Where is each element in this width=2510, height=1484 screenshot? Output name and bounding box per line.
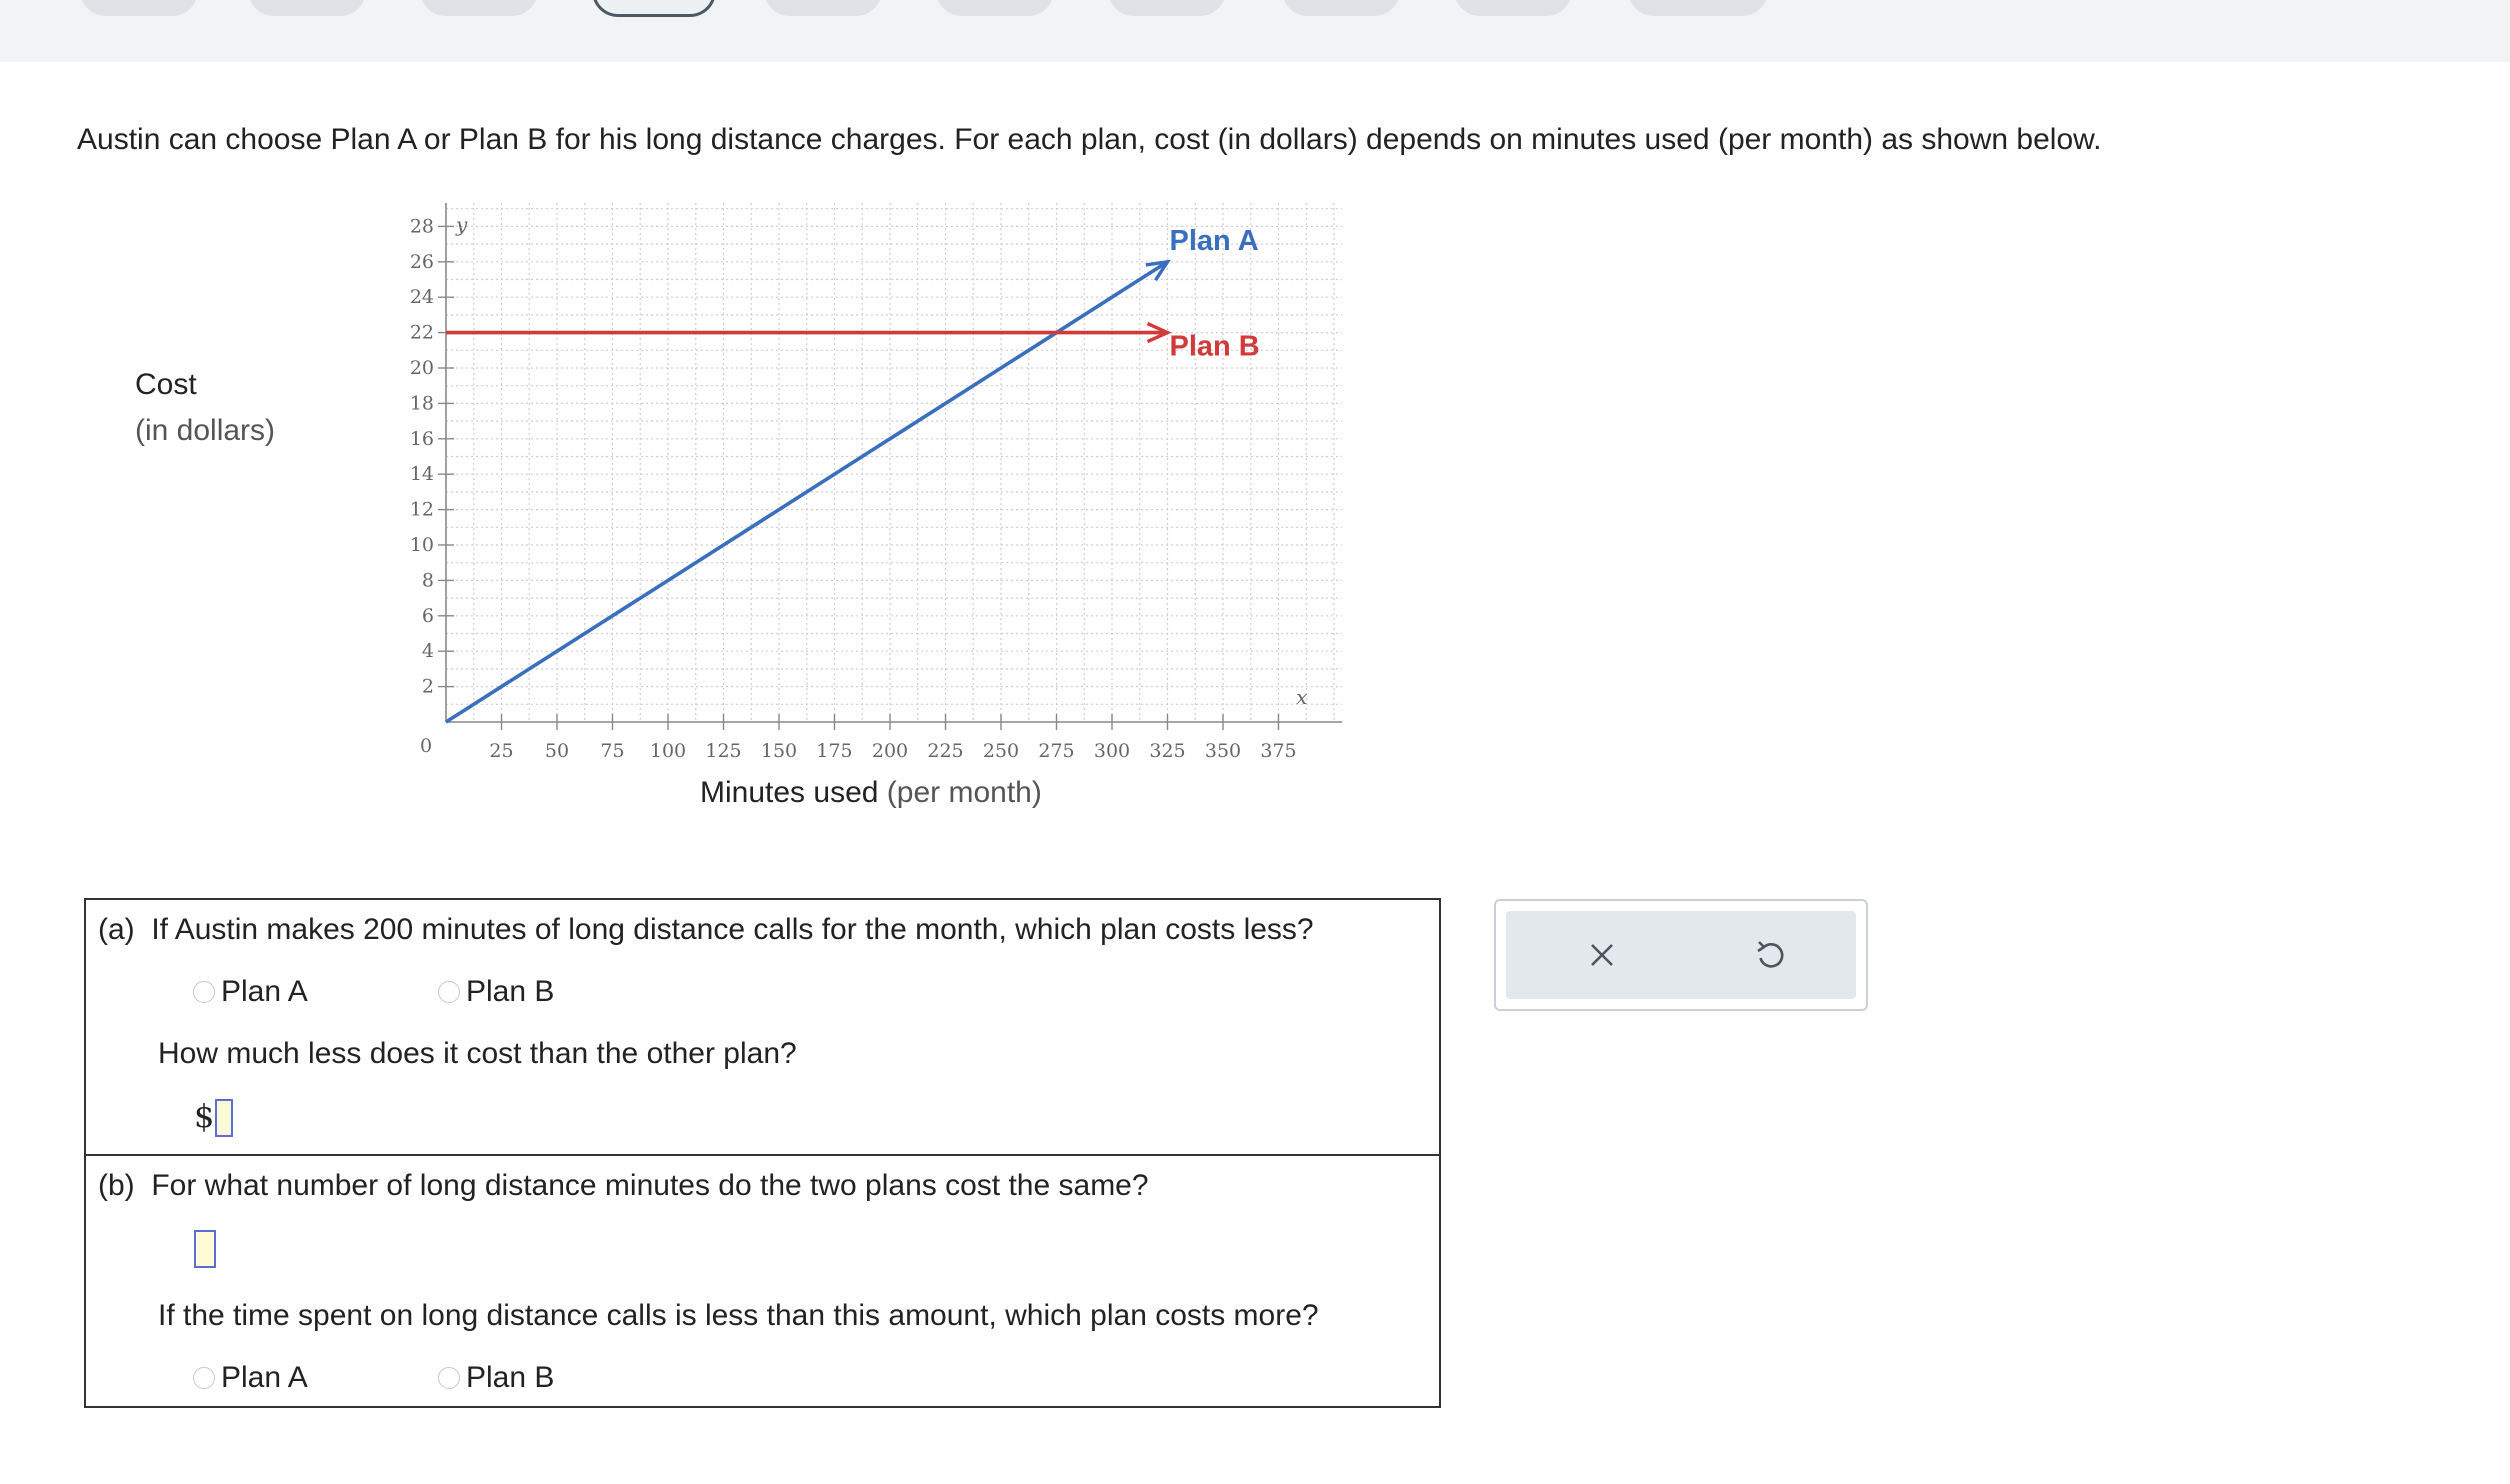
part-a-question: (a) If Austin makes 200 minutes of long … xyxy=(98,910,1314,950)
dollar-sign: $ xyxy=(194,1097,215,1135)
problem-intro: Austin can choose Plan A or Plan B for h… xyxy=(77,123,2102,156)
y-tick-label: 6 xyxy=(422,605,434,627)
answer-tools-panel xyxy=(1494,899,1868,1011)
option-label: Plan A xyxy=(221,1361,308,1394)
part-a-option-plan-b[interactable]: Plan B xyxy=(438,972,554,1012)
x-tick-label: 125 xyxy=(705,740,741,762)
x-axis-label-units: (per month) xyxy=(886,776,1042,809)
x-variable-label: x xyxy=(1296,685,1307,709)
y-tick-label: 20 xyxy=(410,357,434,379)
part-a: (a) If Austin makes 200 minutes of long … xyxy=(86,900,1439,1156)
y-axis-title: Cost (in dollars) xyxy=(135,362,275,454)
x-tick-label: 225 xyxy=(927,740,963,762)
nav-question-current[interactable] xyxy=(592,0,716,17)
close-icon xyxy=(1591,944,1613,966)
x-axis-label-main: Minutes used xyxy=(700,776,879,809)
option-label: Plan A xyxy=(221,975,308,1008)
part-a-label: (a) xyxy=(98,913,135,946)
x-tick-label: 25 xyxy=(489,740,513,762)
nav-question-2[interactable] xyxy=(248,0,366,16)
part-a-followup: How much less does it cost than the othe… xyxy=(158,1037,797,1070)
nav-question-3[interactable] xyxy=(420,0,538,16)
x-tick-label: 275 xyxy=(1038,740,1074,762)
x-tick-label: 200 xyxy=(872,740,908,762)
y-variable-label: y xyxy=(455,212,468,236)
option-label: Plan B xyxy=(466,975,555,1008)
nav-question-10[interactable] xyxy=(1628,0,1768,16)
nav-question-7[interactable] xyxy=(1108,0,1226,16)
x-tick-label: 350 xyxy=(1205,740,1241,762)
part-b-followup: If the time spent on long distance calls… xyxy=(158,1299,1319,1332)
radio-button[interactable] xyxy=(438,1367,460,1389)
nav-question-9[interactable] xyxy=(1454,0,1572,16)
question-nav-bar xyxy=(0,0,2510,62)
x-tick-label: 300 xyxy=(1094,740,1130,762)
y-tick-label: 14 xyxy=(410,463,434,485)
y-tick-label: 8 xyxy=(422,569,434,591)
y-tick-label: 24 xyxy=(410,286,434,308)
nav-question-6[interactable] xyxy=(936,0,1054,16)
part-b-option-plan-b[interactable]: Plan B xyxy=(438,1358,554,1398)
y-tick-label: 12 xyxy=(410,499,434,521)
part-b-question: (b) For what number of long distance min… xyxy=(98,1166,1149,1206)
part-b-question-text: For what number of long distance minutes… xyxy=(151,1169,1149,1202)
x-axis-title: Minutes used (per month) xyxy=(700,773,1042,813)
part-b-label: (b) xyxy=(98,1169,135,1202)
x-tick-label: 250 xyxy=(983,740,1019,762)
radio-button[interactable] xyxy=(193,1367,215,1389)
y-tick-label: 28 xyxy=(410,215,434,237)
plan-b-label: Plan B xyxy=(1170,331,1260,363)
question-box: (a) If Austin makes 200 minutes of long … xyxy=(84,898,1441,1408)
radio-button[interactable] xyxy=(193,981,215,1003)
plan-a-arrowhead xyxy=(1145,259,1171,282)
x-tick-label: 150 xyxy=(761,740,797,762)
part-b-option-plan-a[interactable]: Plan A xyxy=(193,1358,308,1398)
x-tick-label: 100 xyxy=(650,740,686,762)
y-tick-label: 4 xyxy=(422,640,434,662)
nav-question-8[interactable] xyxy=(1282,0,1400,16)
part-a-amount-input[interactable] xyxy=(215,1099,233,1137)
y-axis-label-units: (in dollars) xyxy=(135,414,276,447)
nav-question-5[interactable] xyxy=(764,0,882,16)
undo-icon xyxy=(1757,941,1784,968)
y-tick-label: 18 xyxy=(410,392,434,414)
x-tick-label: 75 xyxy=(600,740,624,762)
x-tick-label: 175 xyxy=(816,740,852,762)
part-b-minutes-input[interactable] xyxy=(194,1230,216,1268)
option-label: Plan B xyxy=(466,1361,555,1394)
clear-button[interactable] xyxy=(1572,925,1632,985)
part-a-question-text: If Austin makes 200 minutes of long dist… xyxy=(151,913,1314,946)
y-tick-label: 10 xyxy=(410,534,434,556)
y-tick-label: 22 xyxy=(410,322,434,344)
part-a-option-plan-a[interactable]: Plan A xyxy=(193,972,308,1012)
undo-button[interactable] xyxy=(1740,925,1800,985)
y-tick-label: 16 xyxy=(410,428,434,450)
y-tick-label: 2 xyxy=(422,676,434,698)
plan-a-label: Plan A xyxy=(1170,225,1259,257)
y-axis-label-main: Cost xyxy=(135,368,197,401)
nav-question-1[interactable] xyxy=(80,0,198,16)
y-tick-label: 26 xyxy=(410,251,434,273)
answer-tools-bar xyxy=(1506,911,1856,999)
x-tick-label: 375 xyxy=(1260,740,1296,762)
x-tick-label: 325 xyxy=(1149,740,1185,762)
radio-button[interactable] xyxy=(438,981,460,1003)
cost-chart: 25 50 75 100 125 150 175 200 225 250 275 300 325 350 3… xyxy=(410,203,1342,762)
x-tick-label: 50 xyxy=(545,740,569,762)
origin-label: 0 xyxy=(420,735,432,757)
